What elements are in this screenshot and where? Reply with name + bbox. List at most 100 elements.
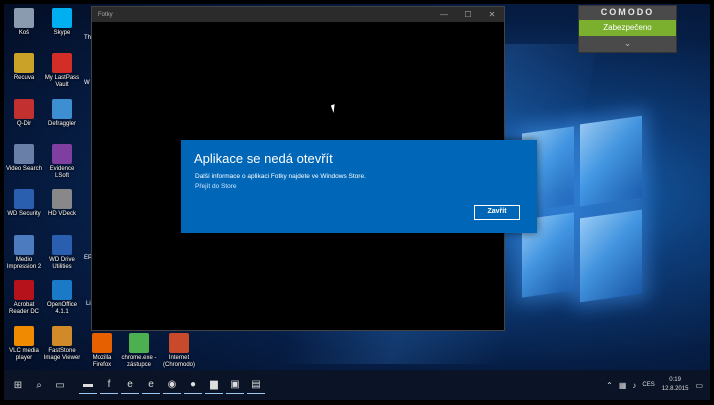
chevron-up-icon[interactable]: ⌃ xyxy=(606,381,613,390)
evidence-icon xyxy=(52,144,72,164)
taskbar-items: ⊞ ⌕ ▭ ▬ f e e ◉ ● ▆ ▣ ▤ xyxy=(6,376,265,394)
desktop-icon-label: Acrobat Reader DC xyxy=(8,302,39,315)
desktop-icon[interactable]: Defraggler xyxy=(42,99,82,128)
comodo-status: Zabezpečeno xyxy=(579,20,676,36)
desktop-icon[interactable]: My LastPass Vault xyxy=(42,53,82,89)
facebook-icon[interactable]: f xyxy=(100,376,118,394)
desktop: Koš Skype Recuva My LastPass Vault Q-Dir Defr… xyxy=(4,4,710,400)
title-bar[interactable]: Fotky — ☐ ✕ xyxy=(92,7,504,22)
clock-time: 0:19 xyxy=(669,377,681,383)
acrobat-icon xyxy=(14,280,34,300)
notifications-icon[interactable]: ▭ xyxy=(695,381,703,390)
desktop-icon[interactable]: Evidence LSoft xyxy=(42,144,82,180)
desktop-icon-label: WD Drive Utilities xyxy=(49,257,75,270)
mouse-cursor-icon xyxy=(330,103,341,113)
go-to-store-link[interactable]: Přejít do Store xyxy=(195,183,237,190)
desktop-icon-label: Recuva xyxy=(13,75,35,81)
start-icon[interactable]: ⊞ xyxy=(9,376,27,394)
desktop-icon[interactable]: Medio Impression 2 xyxy=(4,235,44,271)
desktop-icon-label: Defraggler xyxy=(47,121,76,127)
chrome-icon xyxy=(129,333,149,353)
desktop-icon[interactable]: chrome.exe - zástupce xyxy=(119,333,159,369)
desktop-icon-label: VLC media player xyxy=(9,348,39,361)
system-tray: ⌃ ▦ ♪ CES 0:19 12.8.2015 ▭ xyxy=(603,370,706,400)
windows-logo xyxy=(522,115,642,308)
explorer-icon[interactable]: ▆ xyxy=(205,376,223,394)
skype-icon xyxy=(52,8,72,28)
volume-icon[interactable]: ♪ xyxy=(632,381,636,390)
desktop-icon-label: Q-Dir xyxy=(16,121,32,127)
desktop-icon-label: chrome.exe - zástupce xyxy=(121,355,157,368)
desktop-icon-label: Evidence LSoft xyxy=(49,166,75,179)
wd-security-icon xyxy=(14,189,34,209)
desktop-icon-label: Internet (Chromodo) xyxy=(162,355,195,368)
desktop-icon-label: Medio Impression 2 xyxy=(6,257,42,270)
dialog-message: Další informace o aplikaci Fotky najdete… xyxy=(195,173,366,180)
q-dir-icon xyxy=(14,99,34,119)
desktop-icon-label: Mozilla Firefox xyxy=(92,355,112,368)
hd-vdeck-icon xyxy=(52,189,72,209)
desktop-icon[interactable]: VLC media player xyxy=(4,326,44,362)
error-dialog: Aplikace se nedá otevřít Další informace… xyxy=(181,140,537,233)
firefox-icon xyxy=(92,333,112,353)
maximize-button[interactable]: ☐ xyxy=(456,7,480,22)
desktop-icon-label: My LastPass Vault xyxy=(44,75,80,88)
desktop-icon[interactable]: Internet (Chromodo) xyxy=(159,333,199,369)
desktop-icon[interactable]: FastStone Image Viewer xyxy=(42,326,82,362)
ie-icon[interactable]: e xyxy=(142,376,160,394)
edge-icon[interactable]: e xyxy=(121,376,139,394)
chromodo-icon xyxy=(169,333,189,353)
openoffice-icon xyxy=(52,280,72,300)
desktop-icon[interactable]: WD Security xyxy=(4,189,44,218)
desktop-icon[interactable]: HD VDeck xyxy=(42,189,82,218)
desktop-icon-label: Video Search xyxy=(6,166,42,172)
taskbar: ⊞ ⌕ ▭ ▬ f e e ◉ ● ▆ ▣ ▤ ⌃ ▦ ♪ CES 0:19 12.8.2015 ▭ xyxy=(4,370,710,400)
defraggler-icon xyxy=(52,99,72,119)
desktop-icon-label: OpenOffice 4.1.1 xyxy=(46,302,78,315)
vlc-icon xyxy=(14,326,34,346)
chromodo-task-icon[interactable]: ◉ xyxy=(163,376,181,394)
photos-task-icon[interactable]: ▤ xyxy=(247,376,265,394)
minimize-button[interactable]: — xyxy=(432,7,456,22)
comodo-brand: COMODO xyxy=(600,7,655,17)
network-icon[interactable]: ▦ xyxy=(619,381,627,390)
clock-date: 12.8.2015 xyxy=(661,386,689,392)
partial-label: Li xyxy=(86,301,91,307)
record-icon[interactable]: ● xyxy=(184,376,202,394)
desktop-icon[interactable]: Recuva xyxy=(4,53,44,82)
desktop-icon-label: HD VDeck xyxy=(47,211,76,217)
desktop-icon[interactable]: Video Search xyxy=(4,144,44,173)
desktop-icon[interactable]: Acrobat Reader DC xyxy=(4,280,44,316)
medio-icon xyxy=(14,235,34,255)
desktop-icon[interactable]: Koš xyxy=(4,8,44,37)
video-search-icon xyxy=(14,144,34,164)
desktop-icon[interactable]: WD Drive Utilities xyxy=(42,235,82,271)
partial-label: Th xyxy=(84,35,92,41)
desktop-icon[interactable]: OpenOffice 4.1.1 xyxy=(42,280,82,316)
wd-drive-icon xyxy=(52,235,72,255)
partial-label: W xyxy=(84,80,90,86)
desktop-icon[interactable]: Mozilla Firefox xyxy=(82,333,122,369)
recuva-icon xyxy=(14,53,34,73)
clock[interactable]: 0:19 12.8.2015 xyxy=(662,376,689,394)
close-dialog-button[interactable]: Zavřít xyxy=(474,205,520,220)
faststone-icon xyxy=(52,326,72,346)
comodo-widget[interactable]: COMODO Zabezpečeno ⌄ xyxy=(578,5,677,53)
store-icon[interactable]: ▣ xyxy=(226,376,244,394)
language-indicator[interactable]: CES xyxy=(642,382,654,388)
desktop-icon[interactable]: Q-Dir xyxy=(4,99,44,128)
desktop-icon-label: Koš xyxy=(18,30,30,36)
keyboard-icon[interactable]: ▬ xyxy=(79,376,97,394)
window-title: Fotky xyxy=(98,11,113,18)
desktop-icon-label: Skype xyxy=(53,30,71,36)
chevron-down-icon[interactable]: ⌄ xyxy=(579,36,676,50)
task-view-icon[interactable]: ▭ xyxy=(51,376,69,394)
desktop-icon-label: WD Security xyxy=(7,211,41,217)
desktop-icon-label: FastStone Image Viewer xyxy=(43,348,81,361)
search-icon[interactable]: ⌕ xyxy=(30,376,48,394)
desktop-icon[interactable]: Skype xyxy=(42,8,82,37)
lastpass-icon xyxy=(52,53,72,73)
recycle-bin-icon xyxy=(14,8,34,28)
close-button[interactable]: ✕ xyxy=(480,7,504,22)
dialog-heading: Aplikace se nedá otevřít xyxy=(194,151,333,166)
